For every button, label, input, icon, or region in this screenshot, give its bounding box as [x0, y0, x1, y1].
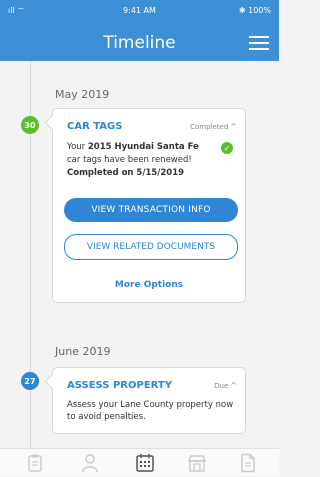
status-toggle[interactable]: Due ^ [214, 381, 237, 390]
chevron-up-icon: ^ [230, 122, 237, 131]
clipboard-icon[interactable] [25, 453, 45, 473]
view-transaction-info-button[interactable]: VIEW TRANSACTION INFO [64, 198, 238, 222]
status-label: Completed [190, 123, 229, 131]
status-time: 9:41 AM [123, 6, 156, 15]
page-title: Timeline [103, 33, 176, 53]
more-options-link[interactable]: More Options [53, 280, 245, 290]
month-label-may: May 2019 [55, 88, 110, 101]
card-title: ASSESS PROPERTY [67, 380, 172, 391]
assess-property-card[interactable]: ASSESS PROPERTY Due ^ Assess your Lane Co… [44, 367, 246, 434]
check-circle-icon: ✓ [221, 142, 233, 154]
card-pointer [44, 373, 61, 390]
card-description: Assess your Lane County property now to … [67, 400, 234, 422]
card-description: Your 2015 Hyundai Santa Fe car tags have… [67, 142, 199, 178]
days-badge: 30 [21, 116, 39, 134]
app-header: ıll ⌔ 9:41 AM ✱ 100% Timeline [0, 0, 279, 61]
view-related-documents-button[interactable]: VIEW RELATED DOCUMENTS [64, 234, 238, 260]
status-bar: ıll ⌔ 9:41 AM ✱ 100% [0, 6, 279, 18]
bottom-nav [0, 448, 279, 476]
completed-date: Completed on 5/15/2019 [67, 168, 185, 178]
chevron-up-icon: ^ [230, 381, 237, 390]
month-label-june: June 2019 [55, 345, 111, 358]
vehicle-name: 2015 Hyundai Santa Fe [87, 142, 199, 152]
timeline-content[interactable]: May 2019 30 CAR TAGS Completed ^ ✓ Your 2… [0, 61, 279, 448]
document-icon[interactable] [238, 453, 258, 473]
card-title: CAR TAGS [67, 121, 123, 132]
person-icon[interactable] [80, 453, 100, 473]
card-pointer [44, 114, 61, 131]
store-icon[interactable] [187, 453, 207, 473]
calendar-icon[interactable] [135, 453, 155, 473]
hamburger-menu-icon[interactable] [249, 36, 269, 50]
status-label: Due [214, 382, 229, 390]
days-badge: 27 [21, 372, 39, 390]
status-toggle[interactable]: Completed ^ [190, 122, 237, 131]
car-tags-card[interactable]: CAR TAGS Completed ^ ✓ Your 2015 Hyundai … [44, 108, 246, 303]
battery-indicator: ✱ 100% [238, 6, 271, 15]
